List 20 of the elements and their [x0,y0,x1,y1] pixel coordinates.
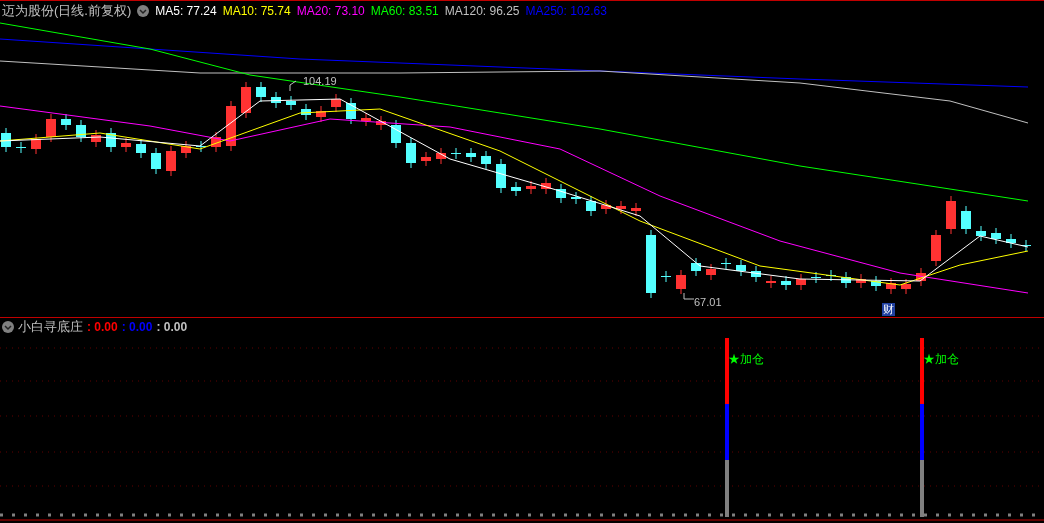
dropdown-icon[interactable] [2,321,14,333]
ma-value: MA60: 83.51 [370,3,439,19]
leader-line [289,80,297,92]
price-label: 104.19 [303,75,337,88]
indicator-value: : 0.00 [87,319,118,335]
chart-title: 迈为股份(日线.前复权) [2,3,132,19]
ma-value: MA20: 73.10 [296,3,365,19]
ma-value: MA120: 96.25 [444,3,520,19]
signal-label: ★加仓 [728,352,764,366]
ma-value: MA10: 75.74 [222,3,291,19]
indicator-value: : 0.00 [156,319,188,335]
signal-label: ★加仓 [923,352,959,366]
ma-value: MA5: 77.24 [155,3,217,19]
price-label: 67.01 [694,296,722,309]
indicator-title: 小白寻底庄 [18,319,83,335]
leader-line [683,292,695,300]
indicator-value: : 0.00 [121,319,153,335]
dropdown-icon[interactable] [137,5,150,17]
event-badge: 财 [882,303,895,316]
ma-value: MA250: 102.63 [525,3,607,19]
